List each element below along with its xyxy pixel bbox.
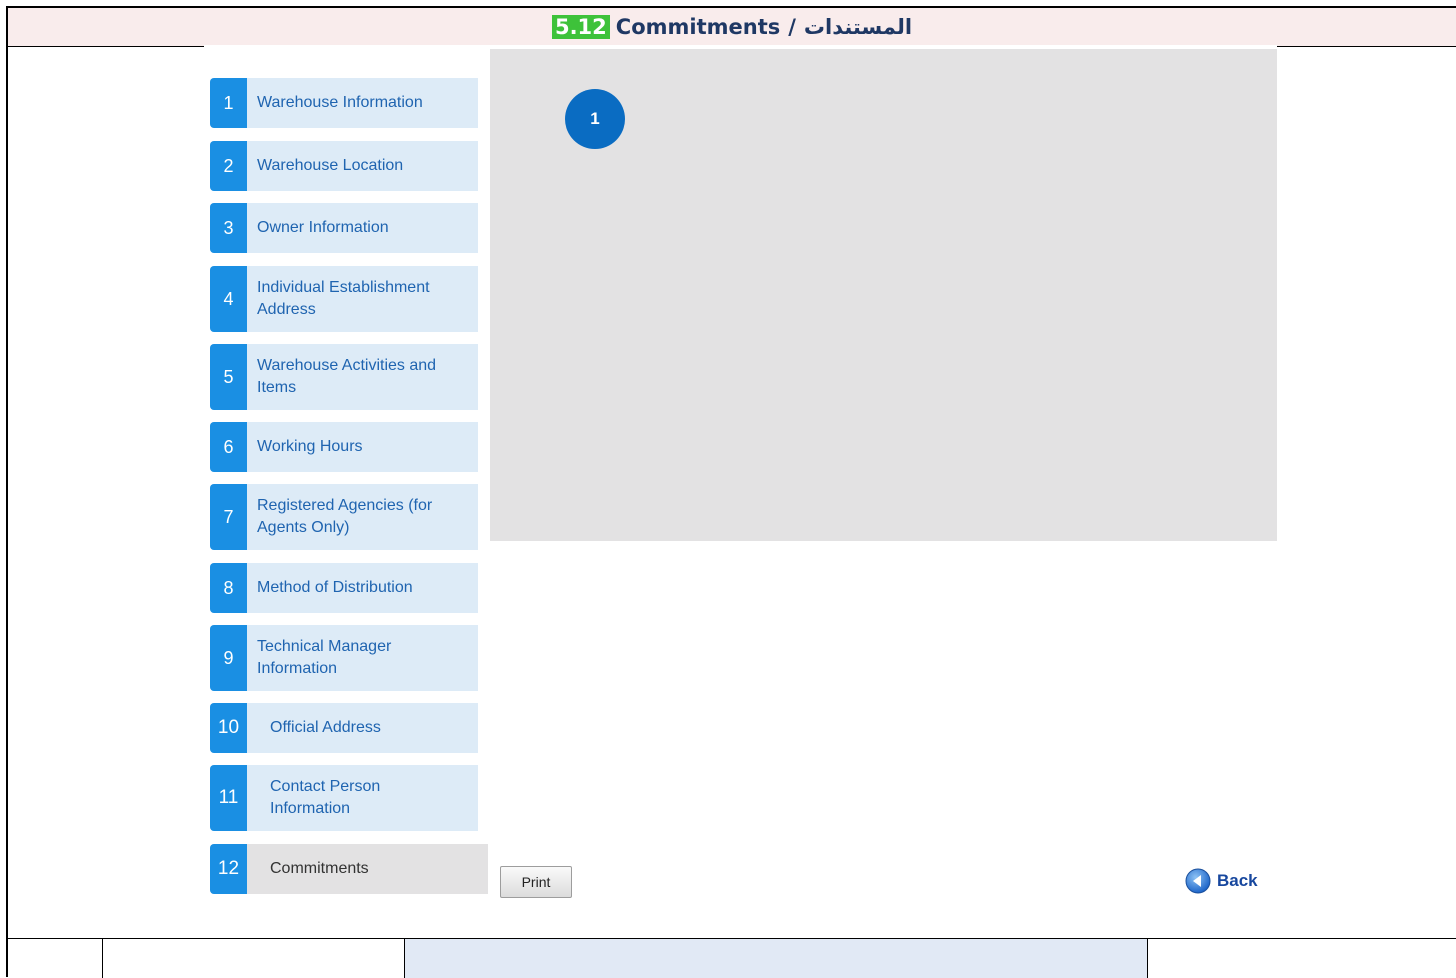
nav-item-owner-information[interactable]: 3 Owner Information [210, 203, 478, 253]
nav-item-technical-manager[interactable]: 9 Technical Manager Information [210, 625, 478, 691]
nav-item-individual-establishment-address[interactable]: 4 Individual Establishment Address [210, 266, 478, 332]
nav-item-warehouse-activities[interactable]: 5 Warehouse Activities and Items [210, 344, 478, 410]
nav-item-label: Warehouse Activities and Items [257, 357, 437, 396]
nav-step-number: 2 [210, 141, 247, 191]
nav-step-number: 10 [210, 703, 247, 753]
callout-marker: 1 [565, 89, 625, 149]
nav-item-contact-person[interactable]: 11 Contact Person Information [210, 765, 478, 831]
section-title-english: Commitments [615, 15, 781, 39]
table-cell [102, 939, 404, 978]
print-button[interactable]: Print [500, 866, 572, 898]
nav-step-number: 9 [210, 625, 247, 691]
nav-step-number: 1 [210, 78, 247, 128]
nav-item-label: Owner Information [257, 219, 389, 236]
section-title: 5.12 Commitments / المستندات [8, 8, 1456, 47]
nav-step-number: 4 [210, 266, 247, 332]
nav-item-label: Warehouse Location [257, 157, 404, 174]
nav-item-warehouse-location[interactable]: 2 Warehouse Location [210, 141, 478, 191]
table-cell [404, 939, 1147, 978]
nav-item-label: Official Address [270, 719, 381, 736]
nav-step-number: 8 [210, 563, 247, 613]
nav-item-label: Contact Person Information [270, 778, 381, 817]
nav-item-warehouse-information[interactable]: 1 Warehouse Information [210, 78, 478, 128]
nav-item-method-of-distribution[interactable]: 8 Method of Distribution [210, 563, 478, 613]
nav-item-label: Warehouse Information [257, 94, 423, 111]
title-separator: / [788, 15, 796, 39]
nav-step-number: 5 [210, 344, 247, 410]
nav-step-number: 6 [210, 422, 247, 472]
nav-item-label: Technical Manager Information [257, 638, 392, 677]
nav-step-number: 7 [210, 484, 247, 550]
back-label: Back [1217, 871, 1258, 890]
nav-item-working-hours[interactable]: 6 Working Hours [210, 422, 478, 472]
back-button[interactable]: Back [1185, 868, 1258, 894]
nav-item-label: Registered Agencies (for Agents Only) [257, 497, 433, 536]
bottom-table-row [8, 938, 1456, 978]
section-title-arabic: المستندات [803, 15, 913, 39]
nav-step-number: 11 [210, 765, 247, 831]
back-arrow-icon [1185, 868, 1211, 894]
nav-item-label: Method of Distribution [257, 579, 413, 596]
table-cell [1147, 939, 1456, 978]
nav-item-label: Working Hours [257, 438, 363, 455]
nav-item-commitments[interactable]: 12 Commitments [210, 844, 488, 894]
section-number: 5.12 [551, 15, 610, 39]
nav-item-official-address[interactable]: 10 Official Address [210, 703, 478, 753]
nav-item-label: Commitments [270, 860, 369, 877]
nav-step-number: 3 [210, 203, 247, 253]
nav-step-number: 12 [210, 844, 247, 894]
nav-item-registered-agencies[interactable]: 7 Registered Agencies (for Agents Only) [210, 484, 478, 550]
nav-item-label: Individual Establishment Address [257, 279, 430, 318]
